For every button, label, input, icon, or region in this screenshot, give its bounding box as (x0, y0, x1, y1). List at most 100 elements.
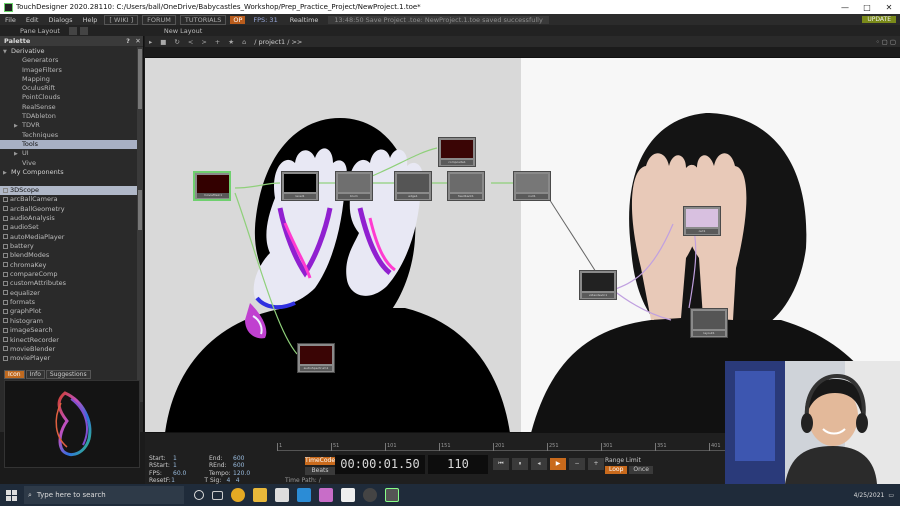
tree-item-tdableton[interactable]: TDAbleton (0, 112, 138, 121)
timecode-button[interactable]: TimeCode (305, 457, 335, 465)
menu-dialogs[interactable]: Dialogs (43, 16, 77, 24)
tree-item-ui[interactable]: ▶ UI (0, 149, 138, 158)
list-item[interactable]: graphPlot (0, 307, 138, 316)
obs-icon[interactable] (363, 488, 377, 502)
update-button[interactable]: UPDATE (862, 16, 896, 23)
pause-button[interactable]: ⏸ (512, 458, 528, 470)
timecode-display[interactable]: 00:00:01.50 (335, 455, 425, 474)
taskbar-search-input[interactable]: ⌕ Type here to search (24, 486, 184, 504)
list-item[interactable]: 3DScope (0, 186, 138, 196)
pane-split-vertical-icon[interactable] (79, 26, 88, 35)
once-button[interactable]: Once (629, 466, 653, 474)
rstart-value[interactable]: 1 (173, 462, 209, 469)
tree-item-my-components[interactable]: ▶ My Components (0, 168, 138, 177)
tree-item-derivative[interactable]: ▼ Derivative (0, 47, 138, 56)
end-value[interactable]: 600 (233, 455, 269, 462)
op-button[interactable]: OP (230, 15, 246, 24)
component-list-scrollbar[interactable] (137, 186, 143, 402)
tree-item-generators[interactable]: Generators (0, 56, 138, 65)
list-item[interactable]: moviePlayer (0, 354, 138, 363)
operator-node-layout1[interactable]: layout1 (690, 308, 728, 338)
star-icon[interactable]: ★ (224, 38, 238, 46)
step-plus-button[interactable]: + (588, 458, 604, 470)
tree-item-techniques[interactable]: Techniques (0, 131, 138, 140)
operator-node-videodevin1[interactable]: videodevin1 (579, 270, 617, 300)
list-item[interactable]: chromaKey (0, 261, 138, 270)
pane-layout-label[interactable]: Pane Layout (0, 27, 66, 35)
tutorials-button[interactable]: TUTORIALS (179, 14, 227, 25)
lock-icon[interactable]: ⌂ (238, 38, 250, 46)
mail-icon[interactable] (297, 488, 311, 502)
list-item[interactable]: movieBlender (0, 345, 138, 354)
tree-item-tdvr[interactable]: ▶ TDVR (0, 121, 138, 130)
chrome-icon[interactable] (231, 488, 245, 502)
collapsed-arrow-icon[interactable]: ▶ (14, 122, 22, 131)
expand-arrow-icon[interactable]: ▼ (3, 48, 11, 57)
collapsed-arrow-icon[interactable]: ▶ (14, 150, 22, 159)
operator-node-moviefilein1[interactable]: moviefilein1 (193, 171, 231, 201)
close-button[interactable]: ✕ (878, 3, 900, 12)
collapsed-arrow-icon[interactable]: ▶ (3, 169, 11, 178)
pane-options-icons[interactable]: ◦ ▢ ▢ (876, 38, 900, 46)
fps-value[interactable]: 60.0 (173, 470, 209, 477)
list-item[interactable]: equalizer (0, 289, 138, 298)
start-button[interactable] (0, 484, 22, 506)
new-layout-tab[interactable]: New Layout (158, 27, 208, 35)
list-item[interactable]: arcBallGeometry (0, 205, 138, 214)
list-item[interactable]: histogram (0, 317, 138, 326)
notifications-icon[interactable]: ▭ (888, 492, 894, 499)
tree-item-pointclouds[interactable]: PointClouds (0, 93, 138, 102)
back-icon[interactable]: < (184, 38, 197, 46)
maximize-button[interactable]: □ (856, 3, 878, 12)
list-item[interactable]: blendModes (0, 251, 138, 260)
forward-icon[interactable]: > (197, 38, 210, 46)
operator-node-blur1[interactable]: blur1 (335, 171, 373, 201)
list-item[interactable]: kinectRecorder (0, 336, 138, 345)
stop-icon[interactable]: ■ (156, 38, 170, 46)
tab-info[interactable]: Info (25, 370, 45, 379)
wiki-button[interactable]: [ WIKI ] (104, 14, 139, 25)
tree-item-realsense[interactable]: RealSense (0, 103, 138, 112)
forum-button[interactable]: FORUM (142, 14, 176, 25)
operator-node-edge1[interactable]: edge1 (394, 171, 432, 201)
step-minus-button[interactable]: − (569, 458, 585, 470)
tree-item-oculusrift[interactable]: OculusRift (0, 84, 138, 93)
refresh-icon[interactable]: ↻ (170, 38, 183, 46)
file-explorer-icon[interactable] (253, 488, 267, 502)
rend-value[interactable]: 600 (233, 462, 269, 469)
pane-split-icon[interactable] (68, 26, 77, 35)
list-item[interactable]: customAttributes (0, 279, 138, 288)
network-path[interactable]: / project1 / >> (254, 38, 302, 46)
list-item[interactable]: compareComp (0, 270, 138, 279)
tree-item-vive[interactable]: Vive (0, 159, 138, 168)
notion-icon[interactable] (341, 488, 355, 502)
loop-button[interactable]: Loop (605, 466, 628, 474)
add-icon[interactable]: + (211, 38, 224, 46)
photos-icon[interactable] (319, 488, 333, 502)
tree-item-mapping[interactable]: Mapping (0, 75, 138, 84)
operator-node-audiospectrum1[interactable]: audioSpectrum1 (297, 343, 335, 373)
minimize-button[interactable]: — (834, 3, 856, 12)
palette-tree-scrollbar[interactable] (137, 47, 143, 187)
beats-button[interactable]: Beats (305, 467, 335, 475)
list-item[interactable]: audioSet (0, 223, 138, 232)
operator-node-composite1[interactable]: composite1 (438, 137, 476, 167)
menu-edit[interactable]: Edit (21, 16, 44, 24)
menu-help[interactable]: Help (78, 16, 103, 24)
palette-pin-icon[interactable]: ? (123, 37, 133, 45)
list-item[interactable]: formats (0, 298, 138, 307)
realtime-toggle[interactable]: Realtime (290, 16, 319, 24)
list-item[interactable]: battery (0, 242, 138, 251)
cortana-icon[interactable] (194, 490, 204, 500)
store-icon[interactable] (275, 488, 289, 502)
timeline-ruler[interactable]: 1 51 101 151 201 251 301 351 401 (277, 443, 725, 451)
operator-node-null1[interactable]: null1 (513, 171, 551, 201)
tree-item-imagefilters[interactable]: ImageFilters (0, 66, 138, 75)
list-item[interactable]: arcBallCamera (0, 195, 138, 204)
list-item[interactable]: audioAnalysis (0, 214, 138, 223)
touchdesigner-taskbar-icon[interactable] (385, 488, 399, 502)
step-back-button[interactable]: ◂ (531, 458, 547, 470)
tree-item-tools[interactable]: Tools (0, 139, 138, 150)
tempo-value[interactable]: 120.0 (233, 470, 269, 477)
tab-suggestions[interactable]: Suggestions (45, 370, 91, 379)
